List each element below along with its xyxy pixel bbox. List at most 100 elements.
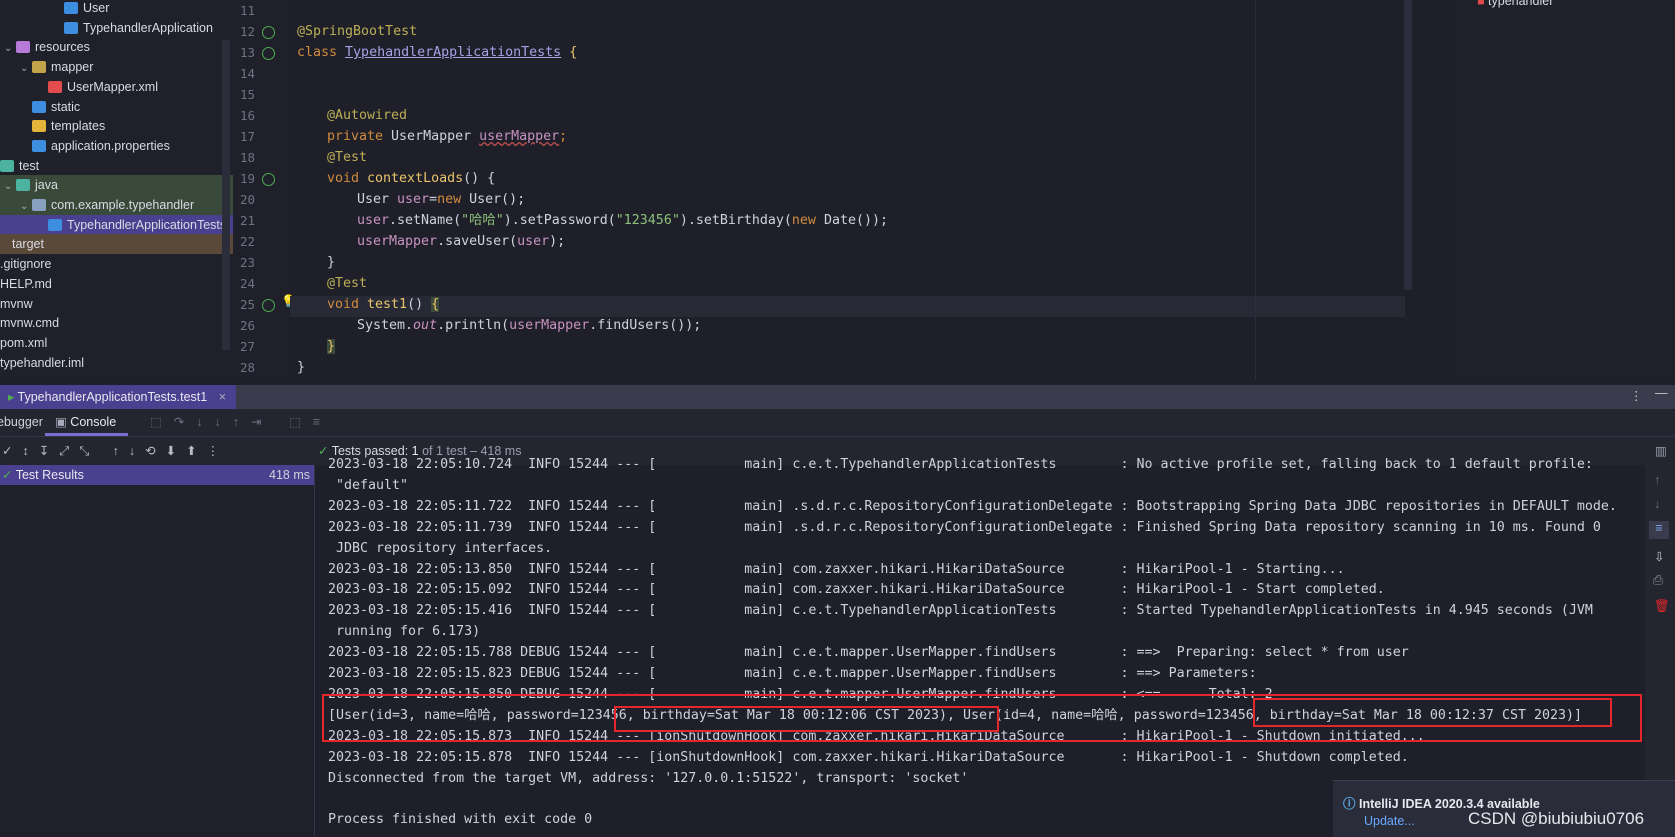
layout-icon[interactable]: ▥ xyxy=(1655,443,1667,458)
annotation-springboottest: @SpringBootTest xyxy=(297,24,418,39)
editor-scrollbar[interactable] xyxy=(1404,0,1412,290)
tree-item[interactable]: pom.xml xyxy=(0,333,47,353)
folder-icon xyxy=(32,100,46,113)
scroll-end-icon[interactable]: ⇩ xyxy=(1654,549,1664,564)
tree-scrollbar[interactable] xyxy=(222,40,230,350)
soft-wrap-icon[interactable]: ≡ xyxy=(1649,521,1669,539)
tree-item[interactable]: TypehandlerApplication xyxy=(52,18,213,38)
tree-item-label: templates xyxy=(51,119,106,134)
console-line: 2023-03-18 22:05:15.878 INFO 15244 --- [… xyxy=(328,749,1409,765)
tree-item-label: mvnw.cmd xyxy=(0,316,60,331)
folder-icon xyxy=(16,41,30,54)
code-line-23: } xyxy=(327,252,335,273)
update-notification[interactable]: ⓘ IntelliJ IDEA 2020.3.4 available Updat… xyxy=(1333,780,1675,837)
update-link[interactable]: Update... xyxy=(1364,814,1415,828)
tree-item[interactable]: static xyxy=(20,97,80,117)
test-results-row[interactable]: ✓ Test Results 418 ms xyxy=(0,465,314,485)
tree-item[interactable]: mvnw xyxy=(0,294,33,314)
highlight-box-first-birthday xyxy=(614,706,999,732)
package-icon xyxy=(32,199,46,211)
console-line: 2023-03-18 22:05:11.739 INFO 15244 --- [… xyxy=(328,519,1601,535)
line-number: 19 xyxy=(239,171,255,186)
tree-item[interactable]: templates xyxy=(20,116,105,136)
console-line: 2023-03-18 22:05:15.823 DEBUG 15244 --- … xyxy=(328,666,1265,681)
tab-console[interactable]: ▣ Console xyxy=(45,409,129,436)
tree-item-label: HELP.md xyxy=(0,276,52,291)
console-line: 2023-03-18 22:05:15.416 INFO 15244 --- [… xyxy=(328,603,1593,619)
tree-item[interactable]: typehandler.iml xyxy=(0,353,84,373)
run-window-header: ▸ TypehandlerApplicationTests.test1 × ⋮ … xyxy=(0,385,1675,409)
code-line-19: void contextLoads() { xyxy=(327,171,496,186)
code-line-17: private UserMapper userMapper; xyxy=(327,129,568,144)
line-number: 24 xyxy=(239,276,255,291)
more-options-icon[interactable]: ⋮ xyxy=(1630,388,1643,403)
line-number: 11 xyxy=(239,3,255,18)
run-gutter-icon[interactable] xyxy=(262,173,275,186)
close-icon[interactable]: × xyxy=(219,390,226,404)
tree-item[interactable]: target xyxy=(0,234,233,255)
line-number: 17 xyxy=(239,129,255,144)
test-filter-icons[interactable]: ✓↕↧⤢⤡ ↑↓⟲⬇⬆⋮ xyxy=(2,443,229,459)
tree-item-label: User xyxy=(83,1,110,15)
tree-item[interactable]: ⌄ mapper xyxy=(20,57,93,77)
tree-item-label: .gitignore xyxy=(0,257,52,272)
chevron-down-icon[interactable]: ⌄ xyxy=(20,59,32,79)
line-number: 18 xyxy=(239,150,255,165)
tree-item-label: typehandler.iml xyxy=(0,355,85,370)
tree-item-label: application.properties xyxy=(51,138,170,153)
up-arrow-icon[interactable]: ↑ xyxy=(1654,473,1660,487)
run-gutter-icon[interactable] xyxy=(262,26,275,39)
test-duration: 418 ms xyxy=(269,468,310,482)
console-line: Process finished with exit code 0 xyxy=(328,812,593,828)
code-editor[interactable]: @SpringBootTest class TypehandlerApplica… xyxy=(290,0,1405,380)
tree-item[interactable]: ⌄ com.example.typehandler xyxy=(0,195,233,215)
line-number: 22 xyxy=(239,234,255,249)
folder-icon xyxy=(0,159,14,172)
tree-item-label: target xyxy=(12,237,44,252)
down-arrow-icon[interactable]: ↓ xyxy=(1654,497,1660,511)
console-line: 2023-03-18 22:05:11.722 INFO 15244 --- [… xyxy=(328,498,1617,514)
tree-item[interactable]: mvnw.cmd xyxy=(0,313,59,333)
trash-icon[interactable]: 🗑 xyxy=(1654,599,1670,614)
line-number: 27 xyxy=(239,339,255,354)
console-line: 2023-03-18 22:05:10.724 INFO 15244 --- [… xyxy=(328,457,1593,472)
run-gutter-icon[interactable] xyxy=(262,299,275,312)
tree-item[interactable]: test xyxy=(0,156,39,176)
debug-toolbar-icons[interactable]: ⬚↷↓↓↑⇥ ⬚≡ xyxy=(150,414,332,429)
code-line-25: void test1() { xyxy=(327,297,440,312)
class-icon xyxy=(64,2,78,14)
closing-brace: } xyxy=(297,360,306,375)
tree-item[interactable]: ⌄ resources xyxy=(4,37,90,57)
console-line: Disconnected from the target VM, address… xyxy=(328,770,969,786)
run-tabs: Debugger ▣ Console ⬚↷↓↓↑⇥ ⬚≡ xyxy=(0,409,1675,437)
xml-icon xyxy=(48,80,62,93)
tree-item[interactable]: HELP.md xyxy=(0,274,52,294)
folder-icon xyxy=(32,61,46,74)
test-class-icon xyxy=(48,218,62,231)
class-name[interactable]: TypehandlerApplicationTests xyxy=(345,45,561,60)
annotation-autowired: @Autowired xyxy=(327,108,408,123)
print-icon[interactable]: ⎙ xyxy=(1653,573,1663,588)
info-icon: ⓘ xyxy=(1343,797,1359,811)
code-line-16: @Autowired xyxy=(327,105,407,126)
maven-item[interactable]: ■ typehandler xyxy=(1477,0,1553,8)
tree-item[interactable]: .gitignore xyxy=(0,254,51,274)
code-line-12: @SpringBootTest xyxy=(297,21,417,42)
tree-item[interactable]: ⌄ java xyxy=(0,175,233,196)
chevron-down-icon[interactable]: ⌄ xyxy=(4,39,16,59)
tab-debugger[interactable]: Debugger xyxy=(0,415,43,429)
minimize-icon[interactable]: — xyxy=(1655,386,1668,400)
line-number: 25 xyxy=(239,297,255,312)
run-tab[interactable]: ▸ TypehandlerApplicationTests.test1 × xyxy=(0,385,237,409)
tree-item[interactable]: UserMapper.xml xyxy=(36,77,158,97)
folder-icon xyxy=(16,179,30,192)
annotation-test-2: @Test xyxy=(327,276,368,291)
code-line-28: } xyxy=(297,357,305,378)
tree-item-label: mapper xyxy=(51,60,94,75)
tree-item[interactable]: User xyxy=(52,0,109,18)
tree-item-label: TypehandlerApplicationTests xyxy=(67,217,227,232)
tree-item[interactable]: TypehandlerApplicationTests xyxy=(0,214,233,235)
console-line: 2023-03-18 22:05:15.788 DEBUG 15244 --- … xyxy=(328,645,1409,661)
run-gutter-icon[interactable] xyxy=(262,47,275,60)
tree-item[interactable]: application.properties xyxy=(20,136,170,156)
